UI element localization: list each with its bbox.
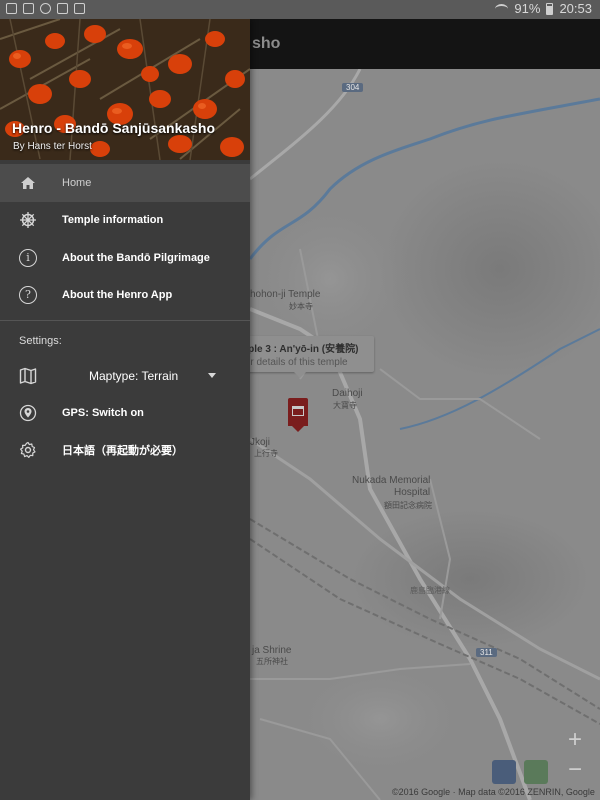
map-label-ukoji: Jkoji <box>250 437 271 448</box>
language-setting[interactable]: 日本語（再起動が必要） <box>0 432 250 470</box>
directions-icon[interactable] <box>492 760 516 784</box>
help-icon: ? <box>19 286 37 305</box>
menu-item-about-app[interactable]: ? About the Henro App <box>0 277 250 315</box>
persimmon-photo <box>0 19 250 160</box>
map-label-hohonji-jp: 妙本寺 <box>289 302 313 311</box>
zoom-in-button[interactable]: + <box>560 726 590 756</box>
gear-icon <box>20 442 36 459</box>
map-copyright: ©2016 Google · Map data ©2016 ZENRIN, Go… <box>392 787 595 797</box>
temple-icon <box>292 406 304 416</box>
drawer-menu: Home Temple information i About the Band… <box>0 164 250 469</box>
temple-info-window[interactable]: nple 3 : An'yō-in (安養院) for details of t… <box>232 336 374 378</box>
dharma-wheel-icon <box>20 212 36 229</box>
map-label-shrine-jp: 五所神社 <box>256 657 288 666</box>
menu-item-label: Home <box>62 176 92 189</box>
gps-label: GPS: Switch on <box>62 406 144 419</box>
drawer-subtitle: By Hans ter Horst <box>13 141 92 152</box>
map-label-hospital-1: Nukada Memorial <box>352 475 431 486</box>
status-right: 91% 20:53 <box>495 1 592 16</box>
app-notification-icon <box>23 3 34 14</box>
settings-heading: Settings: <box>19 335 62 347</box>
google-maps-icon[interactable] <box>524 760 548 784</box>
map-label-ukoji-jp: 上行寺 <box>254 449 278 458</box>
image-notification-icon <box>6 3 17 14</box>
map-label-hohonji: hohon-ji Temple <box>250 289 321 300</box>
download-notification-icon <box>57 3 68 14</box>
info-icon: i <box>19 248 37 267</box>
shop-notification-icon <box>74 3 85 14</box>
info-window-title: nple 3 : An'yō-in (安養院) <box>242 344 359 355</box>
gps-toggle[interactable]: GPS: Switch on <box>0 394 250 432</box>
info-window-tail <box>294 372 306 378</box>
sync-notification-icon <box>40 3 51 14</box>
maptype-value: Maptype: Terrain <box>89 368 179 383</box>
status-bar: 91% 20:53 <box>0 0 600 19</box>
road-label-304: 304 <box>342 83 364 92</box>
map-label-hospital-2: Hospital <box>394 487 431 498</box>
menu-item-label: About the Henro App <box>62 289 173 302</box>
language-label: 日本語（再起動が必要） <box>62 445 183 458</box>
menu-item-about-pilgrimage[interactable]: i About the Bandō Pilgrimage <box>0 239 250 277</box>
wifi-icon <box>495 3 509 14</box>
location-pin-icon <box>19 404 37 421</box>
railway-label: 鹿島臨港線 <box>410 586 450 595</box>
menu-item-home[interactable]: Home <box>0 164 250 202</box>
map-label-shrine: ja Shrine <box>252 645 292 656</box>
map-label-daihoji-jp: 大寶寺 <box>333 401 357 410</box>
drawer-header: Henro - Bandō Sanjūsankasho By Hans ter … <box>0 19 250 160</box>
notification-icons <box>6 3 85 14</box>
map-icon <box>19 367 37 384</box>
home-icon <box>21 176 35 189</box>
menu-item-label: Temple information <box>62 214 164 227</box>
zoom-out-button[interactable]: − <box>560 756 590 786</box>
clock: 20:53 <box>559 1 592 16</box>
map-label-daihoji: Daihoji <box>332 388 363 399</box>
menu-item-label: About the Bandō Pilgrimage <box>62 251 210 264</box>
dropdown-arrow-icon <box>208 373 216 378</box>
info-window-subtitle: for details of this temple <box>242 357 348 368</box>
temple-marker[interactable] <box>288 398 308 432</box>
maptype-select[interactable]: Maptype: Terrain <box>0 357 250 394</box>
drawer-title: Henro - Bandō Sanjūsankasho <box>12 120 216 136</box>
battery-icon <box>546 2 554 15</box>
navigation-drawer[interactable]: Henro - Bandō Sanjūsankasho By Hans ter … <box>0 19 250 800</box>
map-label-hospital-jp: 額田記念病院 <box>384 501 432 510</box>
battery-percent: 91% <box>514 1 541 16</box>
menu-item-temple-information[interactable]: Temple information <box>0 202 250 240</box>
road-label-311: 311 <box>476 648 497 657</box>
app-bar-title: sho <box>252 35 281 52</box>
